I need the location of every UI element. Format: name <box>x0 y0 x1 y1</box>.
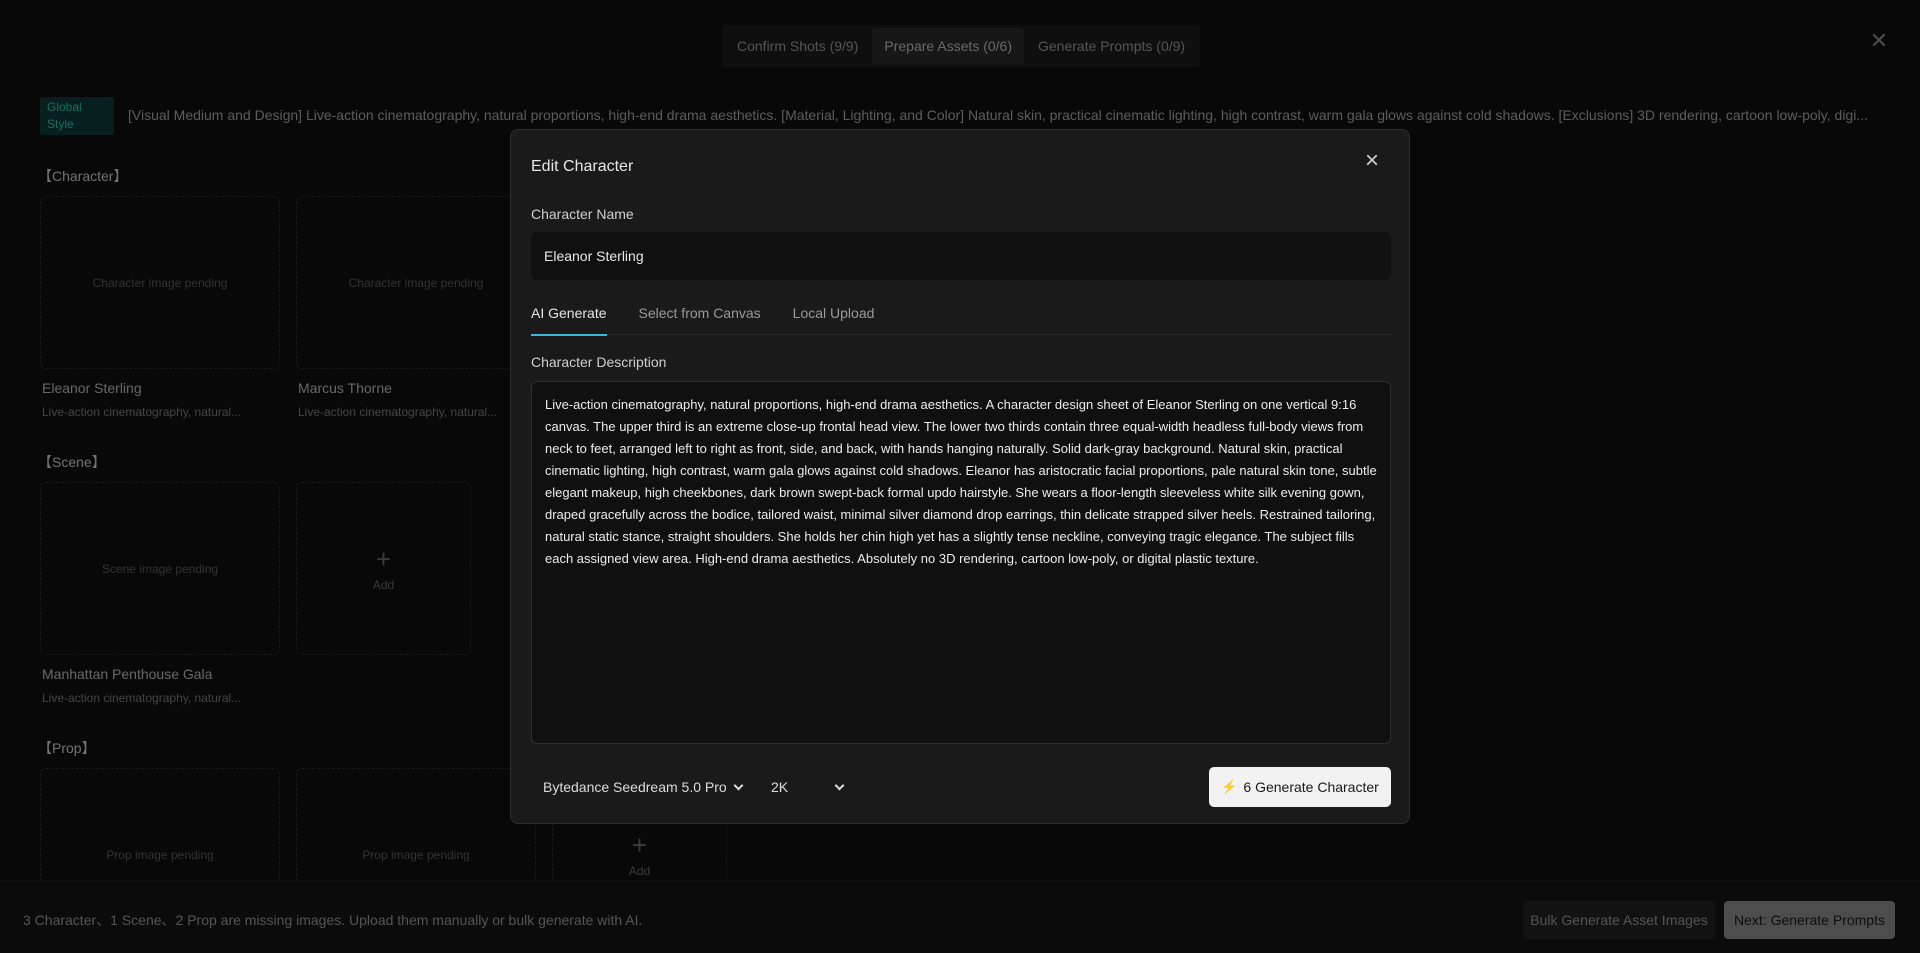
chevron-down-icon <box>834 780 845 790</box>
resolution-select[interactable]: 2K <box>771 775 845 799</box>
generate-character-label: 6 Generate Character <box>1243 779 1379 795</box>
tab-select-from-canvas[interactable]: Select from Canvas <box>639 298 761 335</box>
tab-ai-generate[interactable]: AI Generate <box>531 298 607 336</box>
character-description-textarea[interactable]: Live-action cinematography, natural prop… <box>531 381 1391 744</box>
tab-local-upload[interactable]: Local Upload <box>793 298 875 335</box>
lightning-icon: ⚡ <box>1221 779 1238 794</box>
resolution-select-value: 2K <box>771 779 789 795</box>
chevron-down-icon <box>733 780 744 790</box>
edit-character-modal: Edit Character × Character Name AI Gener… <box>510 129 1410 824</box>
character-description-label: Character Description <box>531 354 667 370</box>
model-select-value: Bytedance Seedream 5.0 Pro <box>543 779 727 795</box>
generate-character-button[interactable]: ⚡ 6 Generate Character <box>1209 767 1391 807</box>
modal-title: Edit Character <box>531 158 634 175</box>
character-name-input[interactable] <box>531 232 1391 280</box>
model-select[interactable]: Bytedance Seedream 5.0 Pro <box>543 775 744 799</box>
character-name-label: Character Name <box>531 206 634 222</box>
close-icon[interactable]: × <box>1360 149 1384 174</box>
source-tabs: AI Generate Select from Canvas Local Upl… <box>531 298 1391 336</box>
